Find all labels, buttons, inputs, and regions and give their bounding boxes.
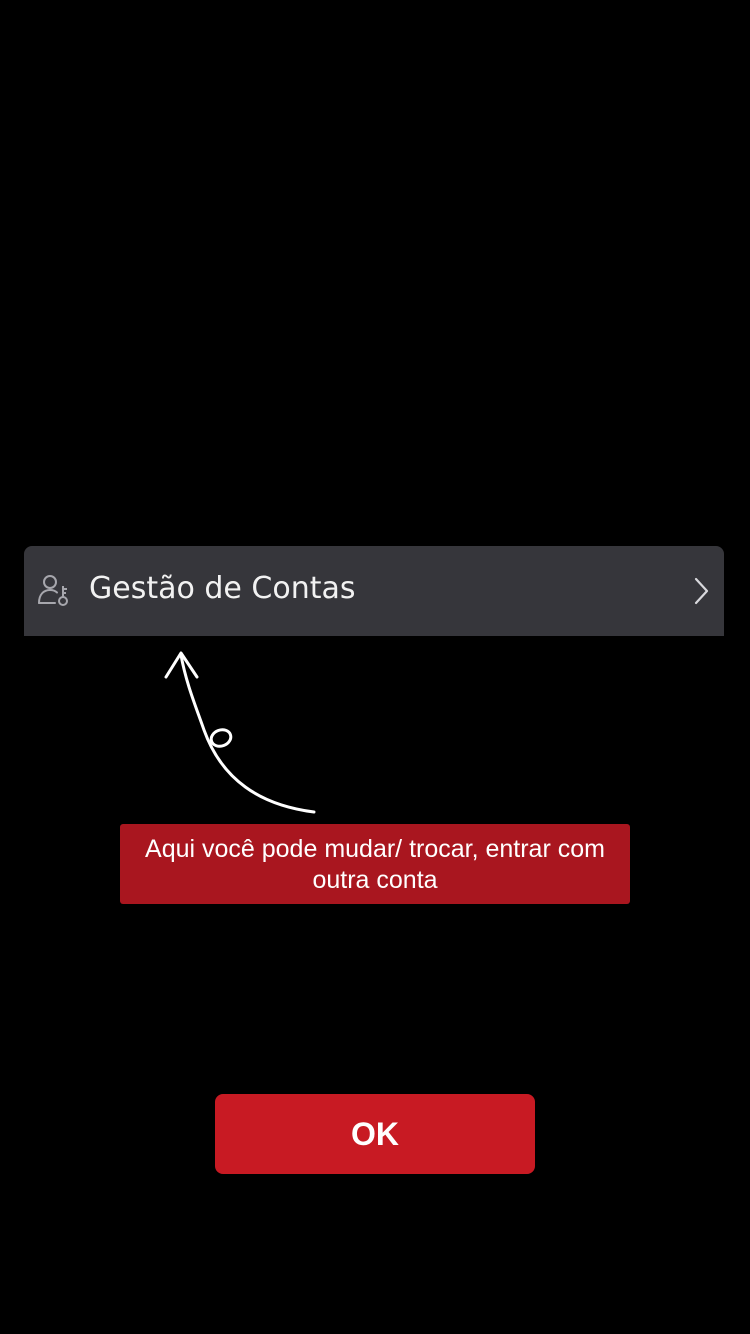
- onboarding-tooltip: Aqui você pode mudar/ trocar, entrar com…: [120, 824, 630, 904]
- account-management-row[interactable]: Gestão de Contas: [24, 546, 724, 636]
- curved-arrow-up-icon: [164, 651, 316, 814]
- onboarding-overlay: Gestão de Contas Aqui você pode mudar/ t…: [0, 0, 750, 1334]
- account-management-label: Gestão de Contas: [89, 571, 356, 606]
- ok-button[interactable]: OK: [215, 1094, 535, 1174]
- chevron-right-icon: [694, 577, 709, 605]
- user-key-icon: [38, 575, 68, 606]
